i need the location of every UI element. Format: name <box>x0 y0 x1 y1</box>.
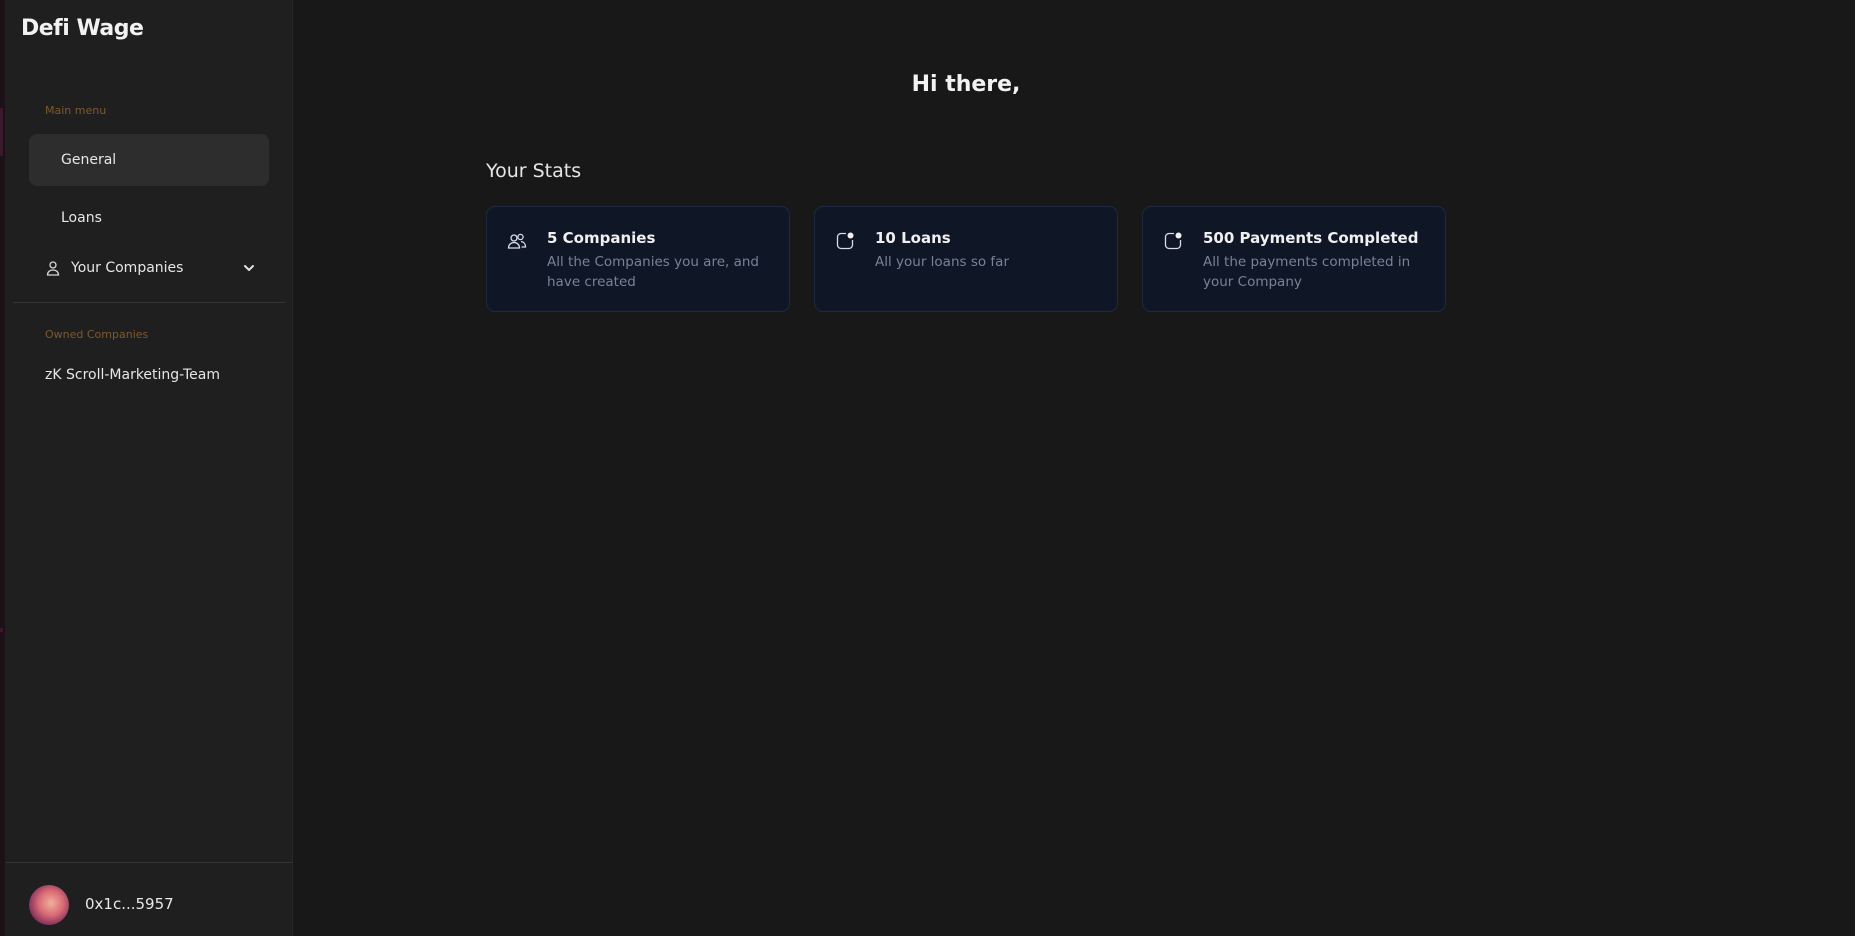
stat-card-loans[interactable]: 10 Loans All your loans so far <box>814 206 1118 312</box>
page-greeting: Hi there, <box>911 72 1021 97</box>
avatar[interactable] <box>29 885 69 925</box>
notification-icon <box>1163 231 1183 251</box>
sidebar-item-label: Loans <box>61 210 102 226</box>
stats-title: Your Stats <box>486 160 582 182</box>
stat-title: 500 Payments Completed <box>1203 229 1419 247</box>
brand-logo[interactable]: Defi Wage <box>21 16 144 41</box>
sidebar-item-loans[interactable]: Loans <box>29 192 269 244</box>
stat-card-companies[interactable]: 5 Companies All the Companies you are, a… <box>486 206 790 312</box>
edge-mark <box>0 108 3 156</box>
sidebar-item-label: General <box>61 152 117 168</box>
user-icon <box>45 260 61 276</box>
edge-mark <box>0 628 3 632</box>
owned-company-item[interactable]: zK Scroll-Marketing-Team <box>45 367 220 383</box>
notification-icon <box>835 231 855 251</box>
stat-card-payments[interactable]: 500 Payments Completed All the payments … <box>1142 206 1446 312</box>
sidebar-item-general[interactable]: General <box>29 134 269 186</box>
sidebar-divider <box>13 302 285 303</box>
users-icon <box>507 231 527 251</box>
main-menu-label: Main menu <box>45 104 107 117</box>
chevron-down-icon[interactable] <box>241 260 257 276</box>
stat-title: 5 Companies <box>547 229 656 247</box>
stat-description: All the Companies you are, and have crea… <box>547 254 759 290</box>
sidebar: Defi Wage Main menu General Loans Your C… <box>5 0 293 936</box>
owned-companies-label: Owned Companies <box>45 328 149 341</box>
wallet-address[interactable]: 0x1c...5957 <box>85 895 174 913</box>
stat-title: 10 Loans <box>875 229 951 247</box>
your-companies-dropdown[interactable]: Your Companies <box>45 256 257 280</box>
stat-description: All the payments completed in your Compa… <box>1203 254 1411 290</box>
sidebar-footer: 0x1c...5957 <box>5 862 293 936</box>
your-companies-label: Your Companies <box>71 260 184 276</box>
stat-description: All your loans so far <box>875 254 1009 270</box>
